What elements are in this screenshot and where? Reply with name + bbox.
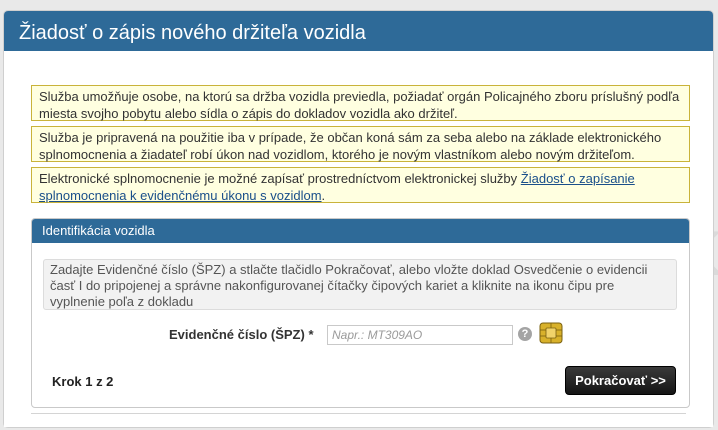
notice-service-description: Služba umožňuje osobe, na ktorú sa držba… — [31, 85, 690, 121]
notice-electronic-authorization: Elektronické splnomocnenie je možné zapí… — [31, 167, 690, 203]
field-label-text: Evidenčné číslo (ŠPZ) — [169, 327, 305, 342]
chip-card-icon[interactable] — [539, 322, 563, 344]
vehicle-identification-section: Identifikácia vozidla Zadajte Evidenčné … — [31, 218, 690, 408]
panel-body: Služba umožňuje osobe, na ktorú sa držba… — [4, 63, 713, 427]
section-title: Identifikácia vozidla — [32, 219, 689, 243]
instructions-box: Zadajte Evidenčné číslo (ŠPZ) a stlačte … — [43, 259, 677, 310]
continue-button[interactable]: Pokračovať >> — [565, 366, 676, 395]
registration-number-input[interactable] — [327, 325, 513, 345]
notice-text-end: . — [321, 188, 326, 203]
notice-service-conditions: Služba je pripravená na použitie iba v p… — [31, 126, 690, 162]
bottom-divider — [31, 413, 686, 414]
notice-text: Elektronické splnomocnenie je možné zapí… — [39, 171, 521, 186]
registration-number-label: Evidenčné číslo (ŠPZ) * — [169, 327, 314, 342]
help-icon[interactable]: ? — [518, 327, 532, 341]
step-indicator: Krok 1 z 2 — [52, 374, 114, 389]
page-title: Žiadosť o zápis nového držiteľa vozidla — [4, 11, 713, 55]
main-panel: Žiadosť o zápis nového držiteľa vozidla … — [3, 10, 714, 428]
required-mark: * — [308, 327, 314, 342]
